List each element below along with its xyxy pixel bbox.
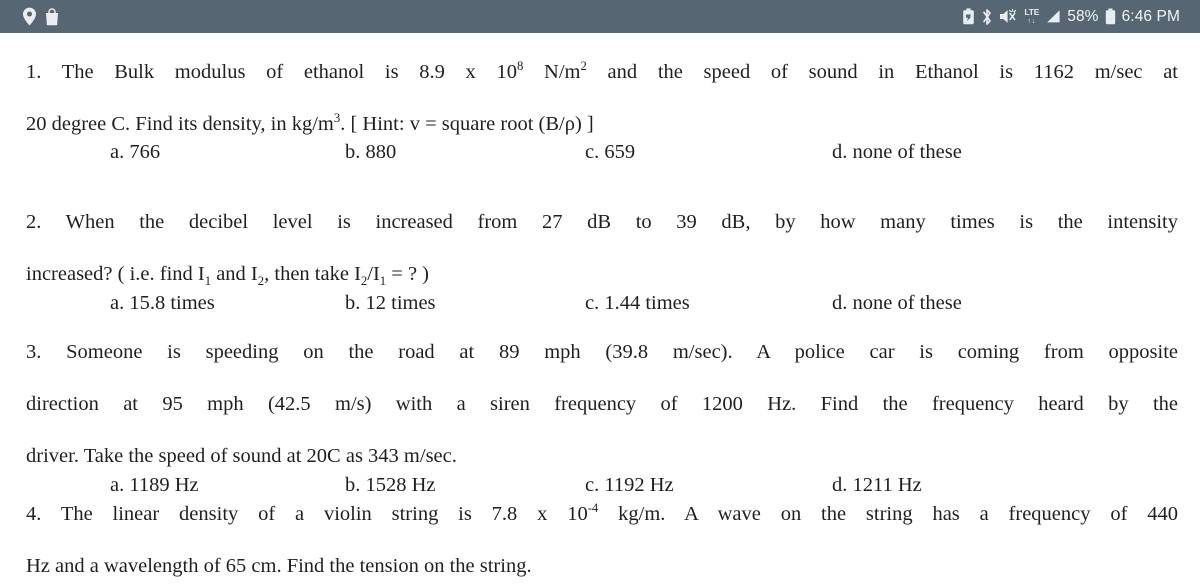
q1-option-d[interactable]: d. none of these xyxy=(832,141,962,164)
battery-percent-label: 58% xyxy=(1067,7,1099,25)
q2-line2-part2: and I xyxy=(211,263,258,285)
lte-arrows: ↑↓ xyxy=(1027,17,1037,25)
location-pin-icon xyxy=(22,7,37,26)
shopping-bag-icon xyxy=(44,7,60,26)
q3-option-b[interactable]: b. 1528 Hz xyxy=(345,474,436,497)
q2-line2-part1: increased? ( i.e. find I xyxy=(26,263,205,285)
question-4-text: 4. The linear density of a violin string… xyxy=(0,501,1200,579)
bluetooth-icon xyxy=(981,8,993,26)
question-3-options: a. 1189 Hz b. 1528 Hz c. 1192 Hz d. 1211… xyxy=(0,474,1200,504)
q2-option-d[interactable]: d. none of these xyxy=(832,292,962,315)
q3-line3: driver. Take the speed of sound at 20C a… xyxy=(26,445,457,467)
status-bar-left-icons xyxy=(22,7,60,26)
question-3-text: 3. Someone is speeding on the road at 89… xyxy=(0,339,1200,469)
q1-line2-part1: 20 degree C. Find its density, in kg/m xyxy=(26,113,334,135)
status-bar: LTE ↑↓ 58% 6:46 PM xyxy=(0,0,1200,33)
lte-icon: LTE ↑↓ xyxy=(1024,8,1039,25)
question-1: 1. The Bulk modulus of ethanol is 8.9 x … xyxy=(0,59,1200,171)
question-document: 1. The Bulk modulus of ethanol is 8.9 x … xyxy=(0,33,1200,584)
volume-mute-icon xyxy=(999,8,1018,25)
q1-option-c[interactable]: c. 659 xyxy=(585,141,635,164)
q2-line1: 2. When the decibel level is increased f… xyxy=(26,211,1178,233)
q3-option-d[interactable]: d. 1211 Hz xyxy=(832,474,922,497)
question-3: 3. Someone is speeding on the road at 89… xyxy=(0,339,1200,504)
q2-line2-part4: /I xyxy=(367,263,380,285)
q3-line2: direction at 95 mph (42.5 m/s) with a si… xyxy=(26,393,1178,415)
q3-line1: 3. Someone is speeding on the road at 89… xyxy=(26,341,1178,363)
question-1-text: 1. The Bulk modulus of ethanol is 8.9 x … xyxy=(0,59,1200,137)
q4-exponent-neg4: -4 xyxy=(587,501,599,516)
q2-option-c[interactable]: c. 1.44 times xyxy=(585,292,690,315)
signal-bars-icon xyxy=(1045,9,1061,24)
q2-line2-part5: = ? ) xyxy=(386,263,430,285)
question-2: 2. When the decibel level is increased f… xyxy=(0,209,1200,322)
status-bar-right-icons: LTE ↑↓ 58% 6:46 PM xyxy=(962,8,1188,26)
q3-option-a[interactable]: a. 1189 Hz xyxy=(110,474,199,497)
q2-option-b[interactable]: b. 12 times xyxy=(345,292,436,315)
q1-line2-part2: . [ Hint: v = square root (B/ρ) ] xyxy=(340,113,594,135)
q2-line2-part3: , then take I xyxy=(264,263,361,285)
q4-line1-part1: 4. The linear density of a violin string… xyxy=(26,503,588,525)
battery-saver-icon xyxy=(962,8,975,25)
question-4: 4. The linear density of a violin string… xyxy=(0,501,1200,584)
lte-label: LTE xyxy=(1024,7,1040,18)
q1-line1-part1: 1. The Bulk modulus of ethanol is 8.9 x … xyxy=(26,61,517,83)
battery-icon xyxy=(1105,8,1116,25)
q4-line1-part2: kg/m. A wave on the string has a frequen… xyxy=(598,503,1178,525)
question-2-options: a. 15.8 times b. 12 times c. 1.44 times … xyxy=(0,292,1200,322)
clock-label: 6:46 PM xyxy=(1121,7,1180,25)
question-1-options: a. 766 b. 880 c. 659 d. none of these xyxy=(0,141,1200,171)
q4-line2: Hz and a wavelength of 65 cm. Find the t… xyxy=(26,555,532,577)
q1-line1-part2: N/m xyxy=(523,61,581,83)
q3-option-c[interactable]: c. 1192 Hz xyxy=(585,474,674,497)
q1-option-b[interactable]: b. 880 xyxy=(345,141,396,164)
question-2-text: 2. When the decibel level is increased f… xyxy=(0,209,1200,287)
q2-option-a[interactable]: a. 15.8 times xyxy=(110,292,215,315)
q1-option-a[interactable]: a. 766 xyxy=(110,141,160,164)
q1-line1-part3: and the speed of sound in Ethanol is 116… xyxy=(586,61,1179,83)
